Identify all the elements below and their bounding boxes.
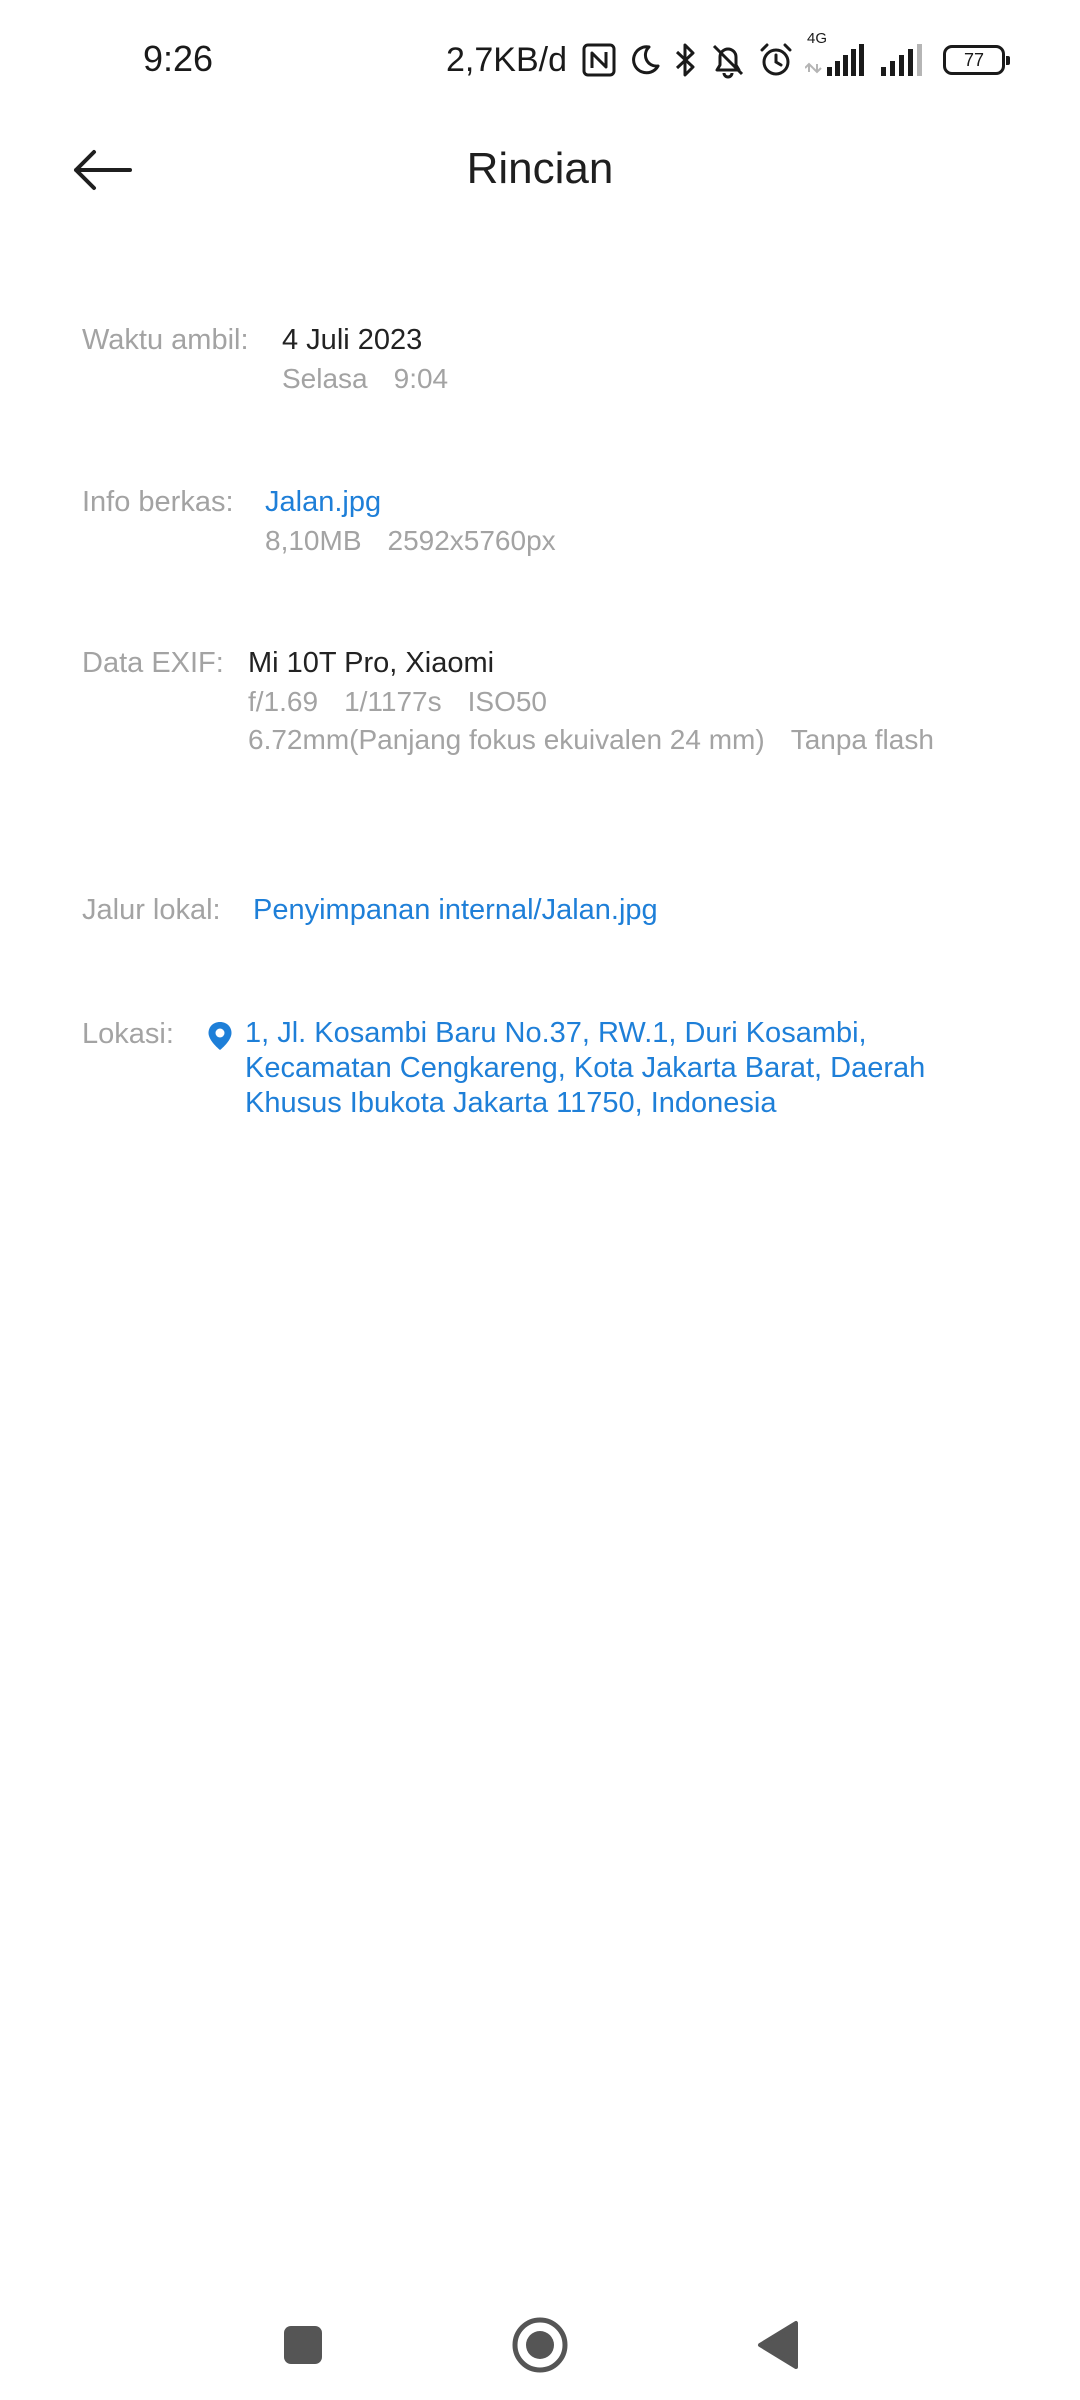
exif-flash: Tanpa flash xyxy=(790,724,934,755)
alarm-icon xyxy=(757,38,795,82)
local-path-label: Jalur lokal: xyxy=(82,894,221,926)
local-path-link[interactable]: Penyimpanan internal/Jalan.jpg xyxy=(253,892,658,928)
battery-icon: 77 xyxy=(943,45,1010,75)
time-taken-label: Waktu ambil: xyxy=(82,324,249,356)
bell-off-icon xyxy=(709,38,747,82)
header: Rincian xyxy=(0,120,1080,220)
battery-level: 77 xyxy=(963,49,985,70)
exif-device: Mi 10T Pro, Xiaomi xyxy=(248,647,495,679)
file-size: 8,10MB xyxy=(265,525,362,556)
page-title: Rincian xyxy=(466,144,614,193)
exif-shutter: 1/1177s xyxy=(344,686,442,717)
nfc-icon xyxy=(581,38,617,82)
signal-4g-icon: 4G xyxy=(805,30,869,82)
recents-square-icon xyxy=(284,2326,322,2364)
exif-camera-settings: f/1.69 1/1177s ISO50 xyxy=(248,683,934,721)
date-taken: 4 Juli 2023 xyxy=(282,324,423,356)
signal-icon xyxy=(879,38,927,82)
exif-label: Data EXIF: xyxy=(82,647,224,679)
local-path-row: Jalur lokal: Penyimpanan internal/Jalan.… xyxy=(82,892,658,928)
recents-button[interactable] xyxy=(268,2310,338,2380)
exif-focal-length: 6.72mm(Panjang fokus ekuivalen 24 mm) xyxy=(248,724,765,755)
status-bar: 9:26 2,7KB/d 4G 77 xyxy=(0,0,1080,120)
location-label: Lokasi: xyxy=(82,1018,174,1050)
file-size-resolution: 8,10MB 2592x5760px xyxy=(265,522,556,560)
location-pin-icon xyxy=(207,1016,235,1056)
home-circle-icon xyxy=(512,2317,568,2373)
status-time: 9:26 xyxy=(143,38,214,79)
back-triangle-icon xyxy=(758,2321,798,2369)
back-nav-button[interactable] xyxy=(743,2310,813,2380)
location-row: Lokasi: 1, Jl. Kosambi Baru No.37, RW.1,… xyxy=(82,1016,965,1121)
status-icons: 2,7KB/d 4G 77 xyxy=(446,30,1010,84)
day-time-taken: Selasa 9:04 xyxy=(282,360,448,398)
moon-icon xyxy=(627,38,663,82)
exif-row: Data EXIF: Mi 10T Pro, Xiaomi f/1.69 1/11… xyxy=(82,645,934,759)
file-info-label: Info berkas: xyxy=(82,486,234,518)
time-taken: 9:04 xyxy=(393,363,449,394)
file-info-row: Info berkas: Jalan.jpg 8,10MB 2592x5760px xyxy=(82,484,556,560)
navigation-bar xyxy=(0,2290,1080,2400)
home-button[interactable] xyxy=(505,2310,575,2380)
file-resolution: 2592x5760px xyxy=(387,525,556,556)
bluetooth-icon xyxy=(673,38,699,82)
exif-iso: ISO50 xyxy=(467,686,548,717)
file-name-link[interactable]: Jalan.jpg xyxy=(265,484,556,520)
time-taken-row: Waktu ambil: 4 Juli 2023 Selasa 9:04 xyxy=(82,322,448,398)
location-link[interactable]: 1, Jl. Kosambi Baru No.37, RW.1, Duri Ko… xyxy=(207,1016,965,1121)
network-speed: 2,7KB/d xyxy=(446,40,567,79)
exif-aperture: f/1.69 xyxy=(248,686,319,717)
day-taken: Selasa xyxy=(282,363,368,394)
exif-lens-flash: 6.72mm(Panjang fokus ekuivalen 24 mm) Tan… xyxy=(248,721,934,759)
network-type: 4G xyxy=(807,30,828,47)
location-address: 1, Jl. Kosambi Baru No.37, RW.1, Duri Ko… xyxy=(245,1017,926,1119)
